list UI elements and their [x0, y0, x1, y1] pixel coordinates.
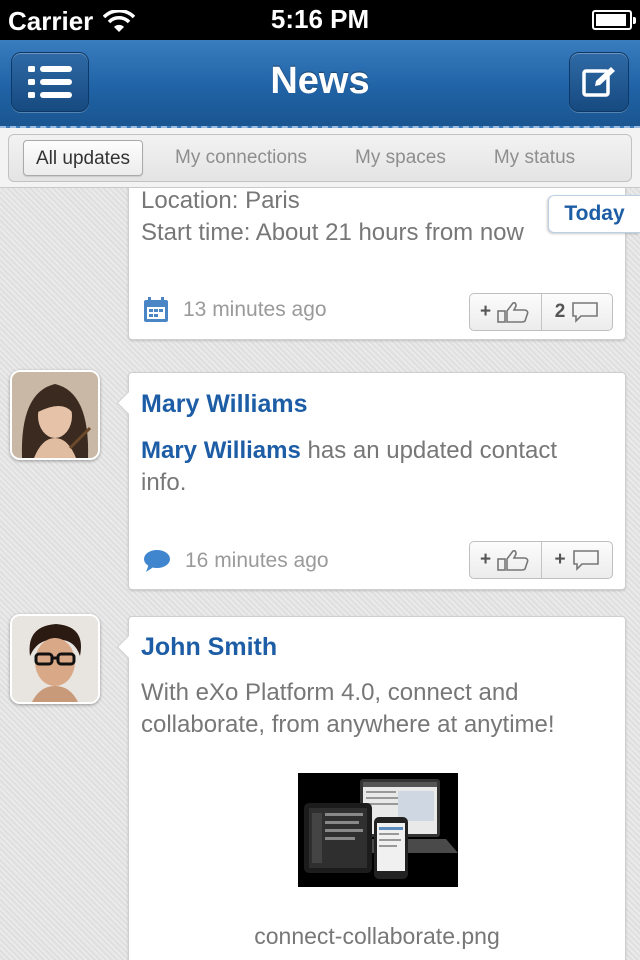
like-button[interactable]: +: [470, 294, 541, 330]
devices-screenshot-icon: [298, 773, 458, 887]
like-plus-label: +: [479, 301, 492, 322]
timestamp: 16 minutes ago: [185, 549, 329, 572]
navigation-bar: News: [0, 40, 640, 128]
thumbs-up-icon: [497, 302, 529, 323]
comment-bubble-icon: [144, 550, 170, 572]
avatar-john-smith[interactable]: [10, 614, 100, 704]
event-location: Location: Paris: [141, 187, 300, 214]
action-buttons: + +: [469, 541, 613, 579]
comment-plus-label: +: [554, 549, 566, 570]
event-start-time: Start time: About 21 hours from now: [141, 219, 524, 246]
activity-card-john-smith[interactable]: John Smith With eXo Platform 4.0, connec…: [116, 616, 626, 960]
activity-text-mention[interactable]: Mary Williams: [141, 437, 301, 464]
attachment-filename[interactable]: connect-collaborate.png: [129, 923, 625, 950]
section-date-badge: Today: [548, 195, 640, 233]
carrier-label: Carrier: [8, 6, 94, 36]
filter-my-spaces-tab[interactable]: My spaces: [343, 140, 458, 176]
card-pointer: [116, 391, 140, 415]
like-button[interactable]: +: [470, 542, 541, 578]
filter-my-connections-tab[interactable]: My connections: [163, 140, 319, 176]
thumbs-up-icon: [497, 550, 529, 571]
compose-button[interactable]: [569, 52, 629, 112]
timestamp: 13 minutes ago: [183, 298, 327, 321]
battery-icon: [592, 10, 636, 30]
page-title: News: [270, 60, 370, 102]
comment-icon: [572, 302, 599, 323]
filter-bar-overlay: All updates My connections My spaces My …: [0, 128, 640, 188]
wifi-icon: [103, 9, 136, 32]
filter-segmented-control-visible: All updates My connections My spaces My …: [8, 134, 632, 182]
calendar-icon: [144, 297, 168, 322]
avatar-mary-williams[interactable]: [10, 370, 100, 460]
activity-text: With eXo Platform 4.0, connect and colla…: [141, 679, 555, 738]
comment-button[interactable]: 2: [541, 294, 612, 330]
carrier-info: Carrier: [8, 6, 136, 37]
action-buttons: + 2: [469, 293, 613, 331]
comment-button[interactable]: +: [541, 542, 612, 578]
compose-icon: [582, 67, 615, 97]
activity-card-mary-williams[interactable]: Mary Williams Mary Williams has an updat…: [116, 372, 626, 590]
filter-all-updates-tab[interactable]: All updates: [23, 140, 144, 176]
activity-text: Mary Williams has an updated contact inf…: [141, 435, 605, 499]
comment-icon: [572, 550, 599, 571]
like-plus-label: +: [479, 549, 492, 570]
comment-count: 2: [554, 301, 566, 322]
avatar-portrait-icon: [12, 372, 98, 458]
attachment-thumbnail[interactable]: [298, 773, 458, 887]
filter-my-status-tab[interactable]: My status: [482, 140, 587, 176]
card-pointer: [116, 635, 140, 659]
author-name[interactable]: John Smith: [141, 633, 277, 662]
status-bar: Carrier 5:16 PM: [0, 0, 640, 40]
avatar-portrait-icon: [12, 616, 98, 702]
author-name[interactable]: Mary Williams: [141, 390, 308, 419]
